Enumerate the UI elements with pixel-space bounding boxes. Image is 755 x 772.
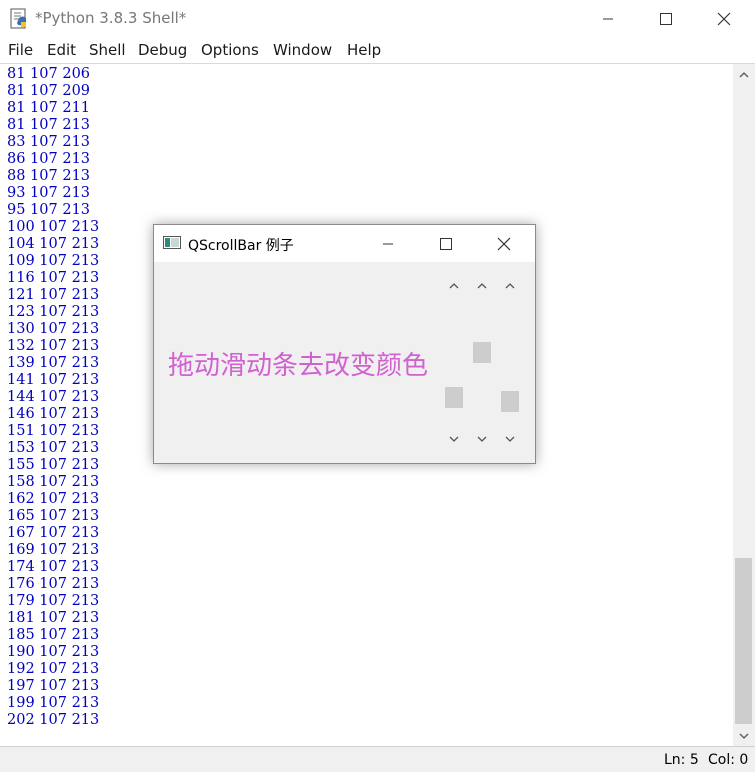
- shell-output-line: 181 107 213: [7, 610, 100, 626]
- scrollbar-blue[interactable]: [501, 276, 519, 448]
- chevron-up-icon: [449, 282, 459, 288]
- shell-output-line: 81 107 211: [7, 100, 91, 116]
- chevron-up-icon: [505, 282, 515, 288]
- minimize-button[interactable]: [579, 0, 637, 38]
- python-file-icon: [10, 8, 26, 29]
- scrollbar-up-arrow[interactable]: [473, 276, 491, 294]
- dialog-minimize-button[interactable]: [359, 225, 417, 262]
- menu-bar: File Edit Shell Debug Options Window Hel…: [0, 38, 755, 64]
- shell-output-line: 153 107 213: [7, 440, 100, 456]
- shell-output-line: 139 107 213: [7, 355, 100, 371]
- minimize-icon: [603, 18, 613, 20]
- qscrollbar-window-title: QScrollBar 例子: [188, 238, 294, 254]
- close-icon: [717, 12, 731, 26]
- shell-output-line: 192 107 213: [7, 661, 100, 677]
- shell-output-line: 199 107 213: [7, 695, 100, 711]
- shell-output-line: 109 107 213: [7, 253, 100, 269]
- shell-output-line: 197 107 213: [7, 678, 100, 694]
- shell-output-line: 185 107 213: [7, 627, 100, 643]
- shell-output-line: 132 107 213: [7, 338, 100, 354]
- shell-output-line: 86 107 213: [7, 151, 91, 167]
- color-demo-label: 拖动滑动条去改变颜色: [168, 351, 429, 381]
- scrollbar-red[interactable]: [445, 276, 463, 448]
- shell-output-line: 146 107 213: [7, 406, 100, 422]
- scrollbar-down-arrow[interactable]: [501, 430, 519, 448]
- dialog-maximize-button[interactable]: [417, 225, 475, 262]
- scroll-thumb[interactable]: [735, 558, 752, 724]
- maximize-button[interactable]: [637, 0, 695, 38]
- scrollbar-up-arrow[interactable]: [501, 276, 519, 294]
- chevron-down-icon: [449, 436, 459, 442]
- shell-output-line: 174 107 213: [7, 559, 100, 575]
- shell-vertical-scrollbar[interactable]: [733, 64, 755, 746]
- menu-debug[interactable]: Debug: [138, 41, 187, 59]
- maximize-icon: [440, 237, 452, 250]
- menu-file[interactable]: File: [8, 41, 33, 59]
- maximize-icon: [660, 13, 672, 25]
- shell-output-line: 130 107 213: [7, 321, 100, 337]
- close-icon: [497, 237, 511, 250]
- window-title: *Python 3.8.3 Shell*: [35, 9, 187, 27]
- scrollbar-down-arrow[interactable]: [445, 430, 463, 448]
- qt-window-icon: [163, 236, 181, 249]
- shell-output-line: 121 107 213: [7, 287, 100, 303]
- chevron-down-icon: [505, 436, 515, 442]
- shell-output-line: 83 107 213: [7, 134, 91, 150]
- shell-output-line: 179 107 213: [7, 593, 100, 609]
- scrollbar-up-arrow[interactable]: [445, 276, 463, 294]
- shell-output-line: 155 107 213: [7, 457, 100, 473]
- menu-shell[interactable]: Shell: [89, 41, 126, 59]
- shell-output-line: 162 107 213: [7, 491, 100, 507]
- close-button[interactable]: [695, 0, 753, 38]
- dialog-close-button[interactable]: [475, 225, 533, 262]
- scroll-down-button[interactable]: [733, 726, 755, 746]
- menu-options[interactable]: Options: [201, 41, 259, 59]
- shell-output-line: 151 107 213: [7, 423, 100, 439]
- shell-output-line: 141 107 213: [7, 372, 100, 388]
- minimize-icon: [383, 243, 393, 244]
- shell-output-line: 104 107 213: [7, 236, 100, 252]
- shell-output-line: 158 107 213: [7, 474, 100, 490]
- qscrollbar-title-bar: QScrollBar 例子: [154, 225, 535, 262]
- shell-output-line: 169 107 213: [7, 542, 100, 558]
- shell-output-line: 81 107 213: [7, 117, 91, 133]
- qscrollbar-window: QScrollBar 例子 拖动滑动条去改变颜色: [153, 224, 536, 464]
- shell-output-line: 176 107 213: [7, 576, 100, 592]
- scrollbar-handle[interactable]: [473, 342, 491, 364]
- shell-output-line: 81 107 209: [7, 83, 91, 99]
- shell-output-line: 100 107 213: [7, 219, 100, 235]
- status-line: Ln: 5: [664, 752, 699, 768]
- chevron-down-icon: [477, 436, 487, 442]
- menu-help[interactable]: Help: [347, 41, 381, 59]
- shell-output-line: 95 107 213: [7, 202, 91, 218]
- scrollbar-down-arrow[interactable]: [473, 430, 491, 448]
- shell-output-line: 116 107 213: [7, 270, 100, 286]
- shell-output-line: 88 107 213: [7, 168, 91, 184]
- shell-output-line: 165 107 213: [7, 508, 100, 524]
- shell-output-line: 81 107 206: [7, 66, 91, 82]
- chevron-down-icon: [739, 733, 749, 739]
- shell-output-line: 144 107 213: [7, 389, 100, 405]
- scroll-up-button[interactable]: [733, 64, 755, 84]
- title-bar: *Python 3.8.3 Shell*: [0, 0, 755, 38]
- shell-output-line: 93 107 213: [7, 185, 91, 201]
- menu-window[interactable]: Window: [273, 41, 332, 59]
- shell-output-line: 123 107 213: [7, 304, 100, 320]
- shell-output-line: 202 107 213: [7, 712, 100, 728]
- status-col: Col: 0: [708, 752, 749, 768]
- scrollbar-green[interactable]: [473, 276, 491, 448]
- status-bar: Ln: 5 Col: 0: [0, 746, 755, 772]
- shell-output-line: 190 107 213: [7, 644, 100, 660]
- scrollbar-handle[interactable]: [501, 390, 519, 412]
- chevron-up-icon: [739, 71, 749, 77]
- scrollbar-handle[interactable]: [445, 387, 463, 409]
- shell-output-line: 167 107 213: [7, 525, 100, 541]
- menu-edit[interactable]: Edit: [47, 41, 76, 59]
- chevron-up-icon: [477, 282, 487, 288]
